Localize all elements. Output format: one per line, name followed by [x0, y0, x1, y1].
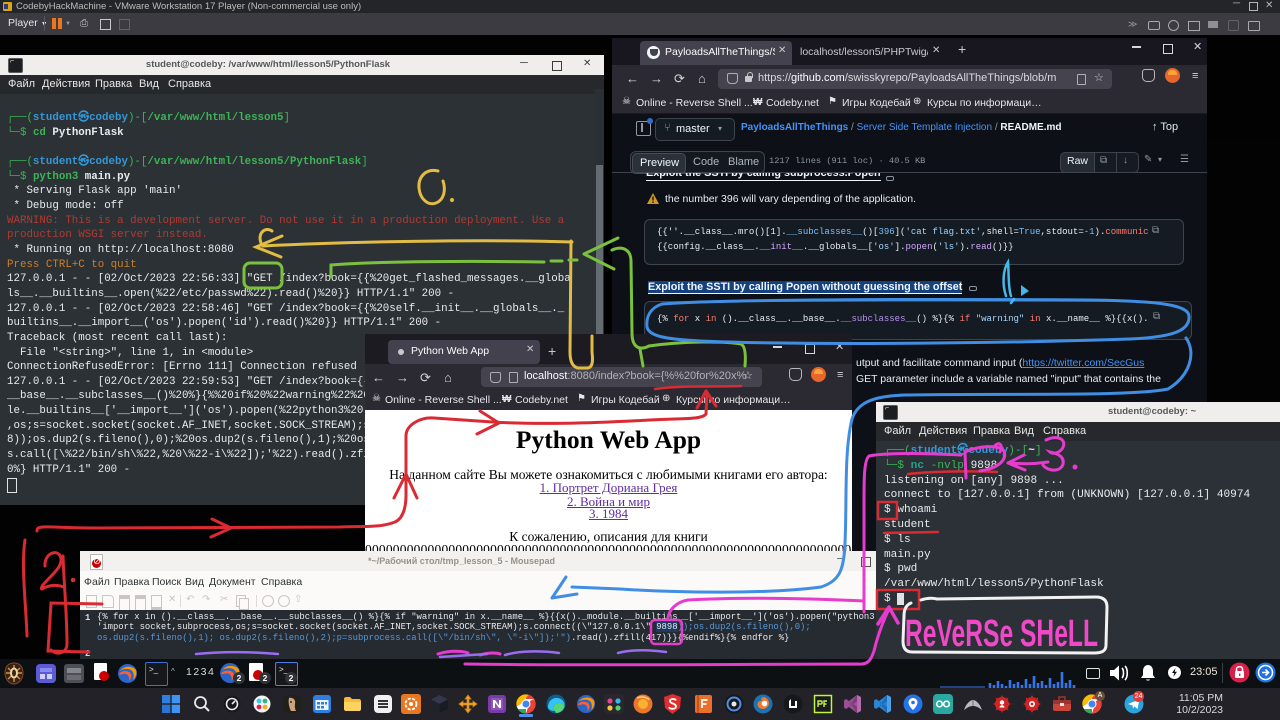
svg-text:ReVeRSe SHeLL: ReVeRSe SHeLL — [905, 613, 1098, 655]
